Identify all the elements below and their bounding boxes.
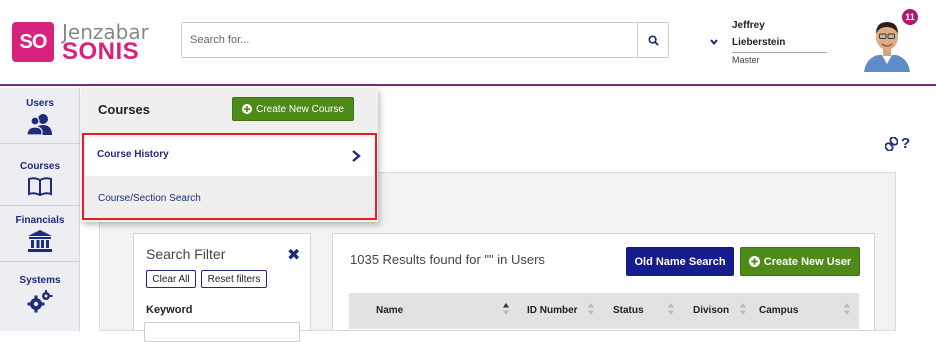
search-filter-panel: Search Filter ✖ Clear All Reset filters … (133, 233, 311, 342)
plus-circle-icon (748, 256, 760, 267)
left-nav: Users Courses Financials Systems (0, 88, 80, 331)
nav-item-label: Users (26, 98, 54, 109)
link-icon[interactable] (885, 136, 898, 151)
sort-asc-icon[interactable] (502, 302, 510, 316)
nav-item-courses[interactable]: Courses (0, 150, 80, 206)
user-role: Master (732, 55, 760, 65)
search-input[interactable] (182, 23, 637, 57)
nav-item-label: Financials (15, 215, 65, 226)
results-summary: 1035 Results found for "" in Users (350, 252, 545, 267)
create-new-user-button[interactable]: Create New User (740, 247, 860, 276)
user-first-name: Jeffrey (732, 20, 765, 31)
nav-item-financials[interactable]: Financials (0, 206, 80, 262)
highlight-box (82, 133, 377, 220)
column-header-id-number[interactable]: ID Number (527, 305, 578, 316)
notification-badge[interactable]: 11 (901, 8, 919, 26)
keyword-label: Keyword (146, 304, 193, 316)
close-icon[interactable]: ✖ (287, 245, 300, 265)
nav-item-label: Systems (19, 275, 61, 286)
flyout-title: Courses (98, 102, 151, 117)
column-header-name[interactable]: Name (376, 305, 403, 316)
search-icon (647, 34, 659, 46)
plus-circle-icon (242, 104, 253, 114)
user-last-name: Lieberstein (732, 37, 786, 48)
results-panel: 1035 Results found for "" in Users Old N… (332, 233, 875, 331)
column-header-division[interactable]: Divison (693, 305, 729, 316)
gears-icon (27, 290, 53, 313)
book-icon (28, 177, 52, 196)
create-new-user-label: Create New User (763, 255, 852, 268)
create-new-course-label: Create New Course (256, 103, 344, 115)
sort-icon[interactable] (667, 302, 675, 316)
logo-mark[interactable]: SO (12, 22, 54, 62)
old-name-search-button[interactable]: Old Name Search (626, 247, 734, 276)
nav-item-label: Courses (19, 161, 60, 172)
sort-icon[interactable] (587, 302, 595, 316)
chevron-down-icon[interactable] (709, 37, 719, 47)
users-icon (27, 114, 52, 135)
nav-item-systems[interactable]: Systems (0, 264, 80, 331)
sort-icon[interactable] (843, 302, 851, 316)
search-button[interactable] (637, 23, 668, 57)
help-icon[interactable]: ? (901, 135, 910, 152)
nav-item-users[interactable]: Users (0, 88, 80, 144)
column-header-campus[interactable]: Campus (759, 305, 798, 316)
filter-title: Search Filter (146, 246, 226, 262)
reset-filters-button[interactable]: Reset filters (201, 270, 267, 288)
results-table-header: Name ID Number Status Divison Campus (349, 293, 859, 329)
keyword-input[interactable] (144, 322, 300, 342)
courses-flyout-menu: Courses Create New Course Course History… (81, 88, 378, 222)
column-header-status[interactable]: Status (613, 305, 644, 316)
create-new-course-button[interactable]: Create New Course (232, 97, 354, 121)
user-menu-name[interactable]: Jeffrey Lieberstein (732, 17, 827, 53)
sort-icon[interactable] (739, 302, 747, 316)
global-search (181, 22, 669, 58)
logo-name-bottom: SONIS (62, 38, 140, 65)
clear-all-button[interactable]: Clear All (146, 270, 196, 288)
help-tools: ? (885, 135, 910, 152)
top-header: SO Jenzabar SONIS Jeffrey Lieberstein Ma… (0, 0, 936, 86)
bank-icon (28, 230, 52, 252)
